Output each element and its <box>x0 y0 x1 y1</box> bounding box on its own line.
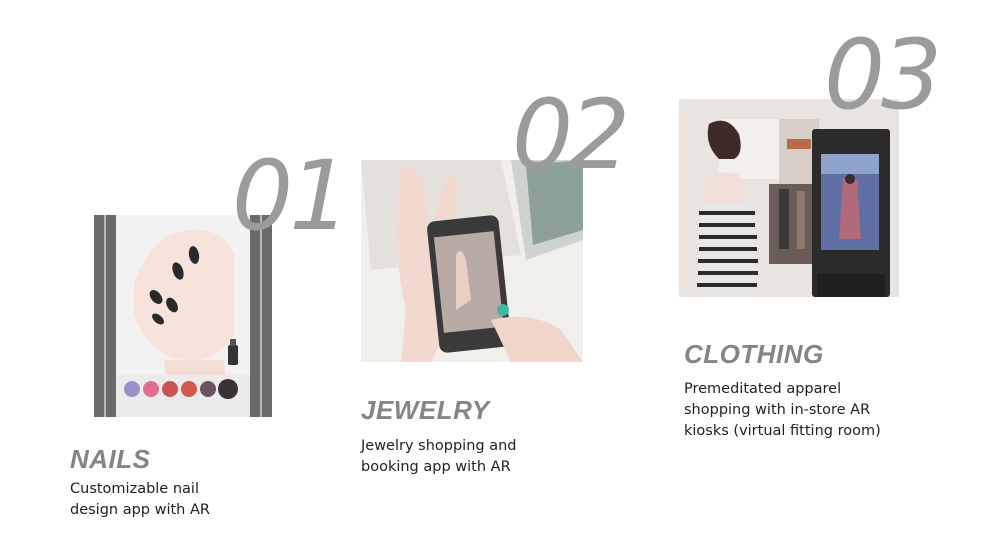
step-number-02: 02 <box>512 79 630 191</box>
clothing-description: Premeditated apparel shopping with in-st… <box>684 381 881 439</box>
step-number-03: 03 <box>824 19 942 131</box>
step-number-01: 01 <box>232 140 350 252</box>
jewelry-description: Jewelry shopping and booking app with AR <box>361 438 517 475</box>
clothing-title: CLOTHING <box>684 339 824 369</box>
nails-title: NAILS <box>70 444 151 474</box>
jewelry-title: JEWELRY <box>361 395 490 425</box>
nails-description: Customizable nail design app with AR <box>70 481 210 518</box>
